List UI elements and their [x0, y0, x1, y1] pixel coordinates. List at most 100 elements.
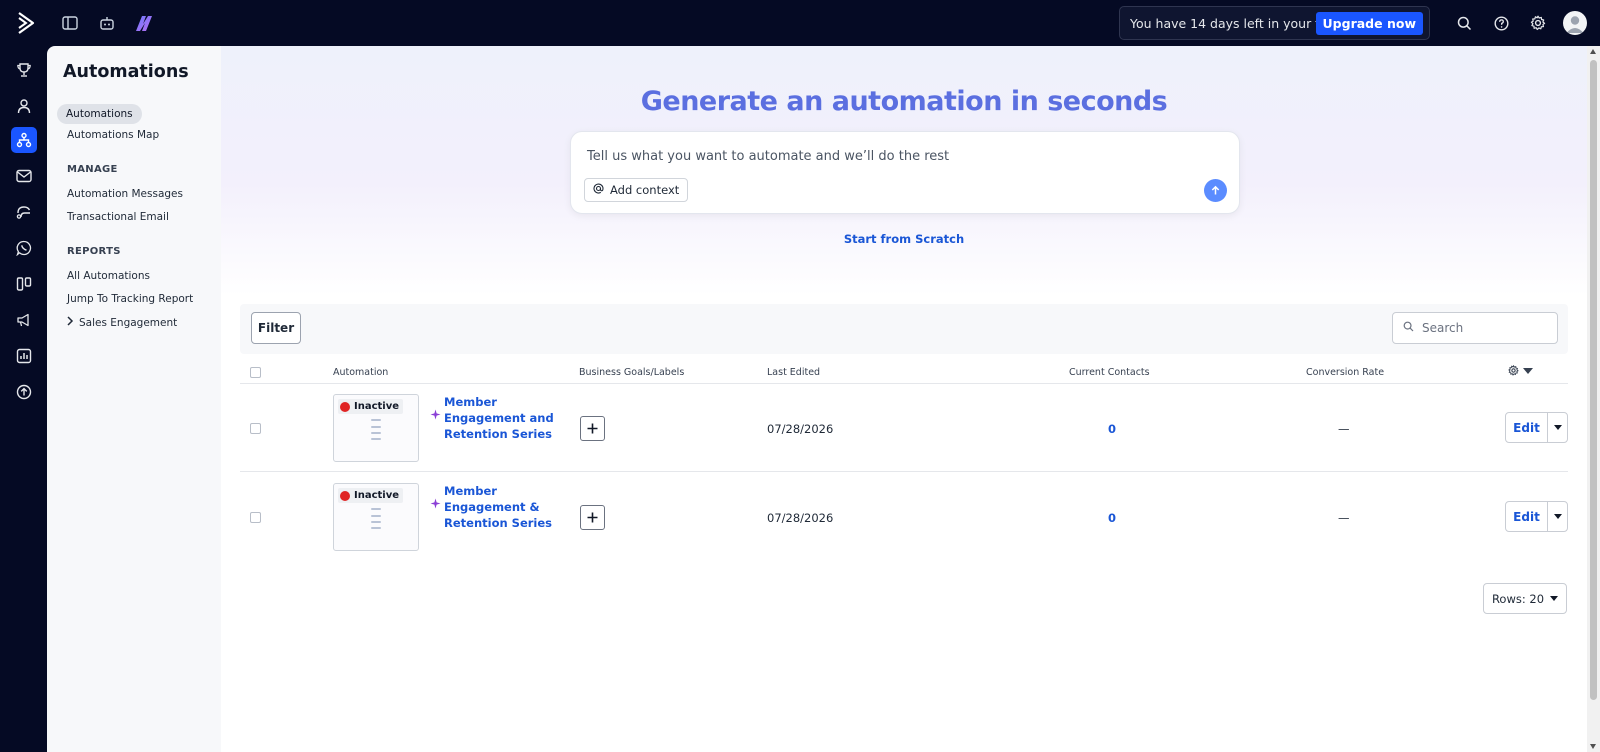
subnav-item-sales-engagement[interactable]: Sales Engagement: [66, 316, 177, 329]
row-checkbox[interactable]: [250, 512, 261, 523]
subnav-item-jump-to-tracking[interactable]: Jump To Tracking Report: [67, 293, 193, 305]
chevron-right-icon: [66, 316, 74, 329]
edit-options-dropdown[interactable]: [1548, 502, 1567, 531]
current-contacts-count[interactable]: 0: [1108, 511, 1116, 525]
status-label: Inactive: [354, 490, 400, 501]
hero-section: Generate an automation in seconds Tell u…: [221, 46, 1587, 296]
page-scrollbar[interactable]: [1587, 46, 1600, 752]
app-logo-icon[interactable]: [15, 11, 37, 35]
campaign-megaphone-icon[interactable]: [11, 307, 37, 333]
help-icon[interactable]: [1490, 12, 1512, 34]
inactive-dot-icon: [340, 490, 350, 501]
search-icon[interactable]: [1453, 12, 1475, 34]
scrollbar-thumb[interactable]: [1590, 60, 1597, 700]
subnav-item-transactional-email[interactable]: Transactional Email: [67, 211, 169, 223]
select-all-checkbox[interactable]: [250, 367, 261, 378]
filter-button[interactable]: Filter: [251, 312, 301, 344]
col-automation[interactable]: Automation: [333, 367, 388, 378]
deals-handshake-icon[interactable]: [11, 199, 37, 225]
edit-button[interactable]: Edit: [1506, 502, 1548, 531]
automation-name-link[interactable]: Member Engagement & Retention Series: [444, 483, 572, 531]
last-edited-date: 07/28/2026: [767, 511, 834, 525]
reports-chart-icon[interactable]: [11, 343, 37, 369]
status-label: Inactive: [354, 401, 400, 412]
subnav-item-all-automations[interactable]: All Automations: [67, 270, 150, 282]
column-settings[interactable]: [1508, 365, 1533, 376]
subnav-item-automation-messages[interactable]: Automation Messages: [67, 188, 183, 200]
top-bar: You have 14 days left in your free trial…: [0, 0, 1600, 46]
col-current-contacts[interactable]: Current Contacts: [1069, 367, 1150, 378]
edit-options-dropdown[interactable]: [1548, 413, 1567, 442]
at-sign-icon: [593, 183, 604, 197]
table-toolbar: Filter Search: [240, 304, 1568, 354]
edit-split-button: Edit: [1505, 501, 1568, 532]
search-placeholder: Search: [1422, 321, 1464, 335]
user-avatar[interactable]: [1563, 11, 1587, 35]
add-context-button[interactable]: Add context: [584, 178, 689, 202]
col-business-goals[interactable]: Business Goals/Labels: [579, 367, 684, 378]
search-input[interactable]: Search: [1392, 312, 1558, 344]
add-context-label: Add context: [610, 183, 680, 197]
column-settings-gear-icon: [1508, 365, 1519, 376]
main-content: Generate an automation in seconds Tell u…: [221, 46, 1587, 752]
table-header: Automation Business Goals/Labels Last Ed…: [240, 362, 1568, 384]
settings-gear-icon[interactable]: [1527, 12, 1549, 34]
ai-sparkle-icon: [430, 405, 441, 424]
table-row[interactable]: Inactive Member Engagement & Retention S…: [240, 473, 1568, 561]
trophy-icon[interactable]: [11, 57, 37, 83]
subnav-item-automations[interactable]: Automations: [57, 104, 142, 124]
caret-down-icon: [1550, 596, 1559, 601]
subnav-item-automations-map[interactable]: Automations Map: [67, 129, 159, 141]
manage-heading: MANAGE: [67, 164, 118, 175]
hero-title: Generate an automation in seconds: [640, 86, 1168, 117]
col-last-edited[interactable]: Last Edited: [767, 367, 820, 378]
search-icon: [1403, 321, 1414, 335]
prompt-input[interactable]: Tell us what you want to automate and we…: [587, 149, 949, 164]
submit-prompt-button[interactable]: [1204, 179, 1227, 202]
upgrade-arrow-icon[interactable]: [11, 379, 37, 405]
ai-sparkle-icon: [430, 494, 441, 513]
rows-per-page-label: Rows: 20: [1491, 591, 1545, 606]
automation-thumbnail[interactable]: Inactive: [333, 483, 419, 551]
arrow-up-icon: [1211, 185, 1220, 195]
add-label-button[interactable]: [580, 416, 605, 441]
ai-prompt-box[interactable]: Tell us what you want to automate and we…: [570, 131, 1240, 214]
plus-icon: [587, 512, 598, 523]
row-checkbox[interactable]: [250, 423, 261, 434]
trial-banner: You have 14 days left in your free trial…: [1119, 6, 1430, 40]
upgrade-button[interactable]: Upgrade now: [1315, 12, 1423, 35]
start-from-scratch-link[interactable]: Start from Scratch: [221, 232, 1587, 246]
assistant-bot-icon[interactable]: [96, 12, 118, 34]
last-edited-date: 07/28/2026: [767, 422, 834, 436]
caret-down-icon: [1523, 367, 1533, 374]
left-nav-rail: [0, 46, 47, 752]
automation-thumbnail[interactable]: Inactive: [333, 394, 419, 462]
caret-down-icon: [1553, 425, 1562, 430]
pipelines-board-icon[interactable]: [11, 271, 37, 297]
sales-engagement-label: Sales Engagement: [79, 316, 178, 329]
col-conversion-rate[interactable]: Conversion Rate: [1306, 367, 1384, 378]
whatsapp-chat-icon[interactable]: [11, 235, 37, 261]
table-row[interactable]: Inactive Member Engagement and Retention…: [240, 384, 1568, 472]
rows-per-page-select[interactable]: Rows: 20: [1483, 583, 1567, 614]
automations-icon[interactable]: [11, 127, 37, 153]
email-campaigns-icon[interactable]: [11, 163, 37, 189]
automation-name-link[interactable]: Member Engagement and Retention Series: [444, 394, 572, 442]
current-contacts-count[interactable]: 0: [1108, 422, 1116, 436]
reports-heading: REPORTS: [67, 246, 121, 257]
scroll-down-arrow-icon[interactable]: [1590, 744, 1596, 749]
sidebar-toggle-icon[interactable]: [59, 12, 81, 34]
edit-split-button: Edit: [1505, 412, 1568, 443]
conversion-rate-value: —: [1338, 422, 1350, 436]
status-badge: Inactive: [338, 488, 404, 503]
add-label-button[interactable]: [580, 505, 605, 530]
plus-icon: [587, 423, 598, 434]
scroll-up-arrow-icon[interactable]: [1590, 49, 1596, 54]
ai-brand-icon[interactable]: [132, 12, 156, 34]
inactive-dot-icon: [340, 401, 350, 412]
status-badge: Inactive: [338, 399, 404, 414]
subnav-title: Automations: [63, 62, 189, 82]
edit-button[interactable]: Edit: [1506, 413, 1548, 442]
contacts-person-icon[interactable]: [11, 93, 37, 119]
automations-subnav: Automations Automations Automations Map …: [47, 46, 221, 752]
